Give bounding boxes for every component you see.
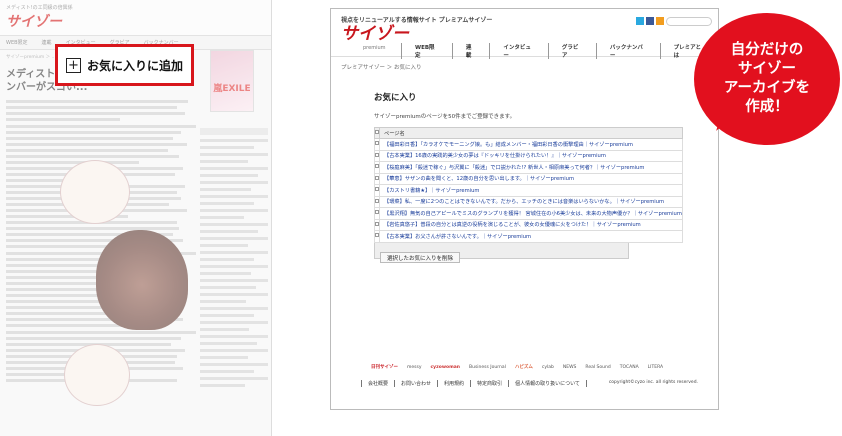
article-header: メディスト!のエ同級の倍興係 サイゾー [0, 0, 271, 36]
callout-line: アーカイブを [723, 80, 811, 96]
table-row: 【古本実業】お父さんが許さないんです。｜サイゾーpremium [374, 230, 683, 243]
row-checkbox[interactable] [375, 152, 379, 157]
footer-link[interactable]: 個人情報の取り扱いについて [508, 380, 587, 387]
row-checkbox[interactable] [375, 221, 379, 226]
favorite-link[interactable]: 【黒沢翔】無気の自己アピールでミスのグランプリを獲得！ 宮城住在の小6美少女は、… [379, 207, 683, 220]
callout-bubble: 自分だけの サイゾー アーカイブを 作成！ [694, 13, 840, 145]
page-description: サイゾーpremiumのページを50件までご登録できます。 [374, 114, 516, 120]
article-logo: サイゾー [6, 14, 62, 30]
article-sidebar [200, 128, 268, 391]
callout-line: 自分だけの [730, 42, 804, 58]
footer-link[interactable]: お問い合わせ [394, 380, 437, 387]
favorite-link[interactable]: 【桜庭麻美】「殺迷で稼ぐ」与沢翼に「殺迷」で口説かれた!? 新世人・相原麻美って… [379, 161, 683, 174]
rss-icon[interactable] [656, 17, 664, 25]
table-row: 【華恵】サザンの曲を聞くと、12歳の自分を思い出します。｜サイゾーpremium [374, 172, 683, 185]
nav-item-interview[interactable]: インタビュー [489, 43, 548, 59]
table-header-row: ページ名 [374, 127, 683, 139]
delete-selected-button[interactable]: 選択したお気に入りを削除 [380, 252, 461, 263]
partner-logo[interactable]: LITERA [646, 364, 665, 371]
favorite-link[interactable]: 【華恵】サザンの曲を聞くと、12歳の自分を思い出します。｜サイゾーpremium [379, 172, 683, 185]
favorites-main: お気に入り サイゾーpremiumのページを50件までご登録できます。 ページ名… [331, 91, 718, 263]
favorite-link[interactable]: 【古本実業】16歳の実践的美少女の夢は『ドッキリを仕掛けられたい！』｜サイゾーp… [379, 149, 683, 162]
row-checkbox[interactable] [375, 233, 379, 238]
favorites-page-screenshot: 視点をリニューアルする情報サイト プレミアムサイゾー サイゾー premium … [330, 8, 719, 410]
facebook-icon[interactable] [646, 17, 654, 25]
add-to-favorites-button[interactable]: + お気に入りに追加 [55, 44, 194, 86]
site-logo[interactable]: サイゾー [341, 26, 708, 43]
twitter-icon[interactable] [636, 17, 644, 25]
row-checkbox[interactable] [375, 175, 379, 180]
illustration-portrait-image [60, 160, 130, 224]
site-header: 視点をリニューアルする情報サイト プレミアムサイゾー サイゾー premium … [331, 9, 718, 59]
partner-logo[interactable]: cylab [540, 364, 556, 371]
site-nav: WEB限定 連載 インタビュー グラビア バックナンバー プレミアとは [401, 43, 718, 59]
row-checkbox[interactable] [375, 187, 379, 192]
magazine-cover-image: 嵐EXILE [210, 50, 254, 112]
illustration-portrait-image [64, 344, 130, 406]
partner-logo[interactable]: Real Sound [583, 364, 612, 371]
footer-link[interactable]: 利用規約 [437, 380, 470, 387]
column-header-page-name: ページ名 [379, 127, 683, 139]
article-nav-item[interactable]: 連載 [42, 39, 52, 46]
site-logo-text: サイゾー [341, 24, 409, 44]
article-tagline: メディスト!のエ同級の倍興係 [6, 5, 73, 11]
partner-logo[interactable]: NEWS [561, 364, 579, 371]
plus-icon: + [65, 57, 81, 73]
social-icons [636, 17, 664, 25]
magazine-cover-label: 嵐EXILE [213, 84, 251, 94]
partner-logo[interactable]: ハピズム [513, 363, 535, 371]
table-row: 【カストリ書籍★】｜サイゾーpremium [374, 184, 683, 197]
nav-item-backnumber[interactable]: バックナンバー [595, 43, 660, 59]
favorite-link[interactable]: 【古本実業】お父さんが許さないんです。｜サイゾーpremium [379, 230, 683, 243]
table-row: 【古本実業】16歳の実践的美少女の夢は『ドッキリを仕掛けられたい！』｜サイゾーp… [374, 149, 683, 162]
search-input[interactable] [666, 17, 712, 26]
article-nav-item[interactable]: WEB限定 [6, 39, 28, 46]
nav-item-gravure[interactable]: グラビア [547, 43, 596, 59]
table-row: 【黒沢翔】無気の自己アピールでミスのグランプリを獲得！ 宮城住在の小6美少女は、… [374, 207, 683, 220]
delete-row: 選択したお気に入りを削除 [374, 242, 629, 263]
partner-logo[interactable]: 日刊サイゾー [369, 363, 400, 371]
nav-item-rensai[interactable]: 連載 [451, 43, 490, 59]
footer-links: 会社概要 お問い合わせ 利用規約 特定商取引 個人情報の取り扱いについて [361, 380, 587, 387]
site-logo-sub: premium [363, 45, 386, 51]
favorite-link[interactable]: 【カストリ書籍★】｜サイゾーpremium [379, 184, 683, 197]
breadcrumb: プレミアサイゾー ＞ お気に入り [341, 65, 422, 71]
table-row: 【福田彩日香】「カラオケでモーニング娘。も」結成メンバー・福田彩日香の衝撃理由｜… [374, 138, 683, 151]
select-all-checkbox[interactable] [375, 130, 379, 134]
promo-stage: メディスト!のエ同級の倍興係 サイゾー WEB限定 連載 インタビュー グラビア… [0, 0, 842, 436]
partner-logo[interactable]: Business Journal [467, 364, 508, 371]
row-checkbox[interactable] [375, 198, 379, 203]
page-title: お気に入り [374, 93, 417, 103]
table-row: 【岩佐真悠子】普段の自分とは真逆の役柄を演じることが、彼女の女優魂に火をつけた！… [374, 218, 683, 231]
add-to-favorites-label: お気に入りに追加 [86, 58, 183, 73]
table-row: 【桜庭麻美】「殺迷で稼ぐ」与沢翼に「殺迷」で口説かれた!? 新世人・相原麻美って… [374, 161, 683, 174]
partner-logos: 日刊サイゾー messy cyzowoman Business Journal … [369, 363, 665, 371]
copyright: copyright©cyzo inc. all rights reserved. [608, 380, 698, 385]
favorite-link[interactable]: 【環菜】私、一度に2つのことはできないんです。だから、エッチのときには音楽はいら… [379, 195, 683, 208]
partner-logo[interactable]: TOCANA [618, 364, 641, 371]
table-row: 【環菜】私、一度に2つのことはできないんです。だから、エッチのときには音楽はいら… [374, 195, 683, 208]
footer-link[interactable]: 会社概要 [361, 380, 394, 387]
nav-item-web[interactable]: WEB限定 [401, 43, 452, 59]
row-checkbox[interactable] [375, 141, 379, 146]
partner-logo[interactable]: messy [405, 364, 424, 371]
favorite-link[interactable]: 【福田彩日香】「カラオケでモーニング娘。も」結成メンバー・福田彩日香の衝撃理由｜… [379, 138, 683, 151]
row-checkbox[interactable] [375, 164, 379, 169]
footer-link[interactable]: 特定商取引 [470, 380, 508, 387]
favorites-table: ページ名 【福田彩日香】「カラオケでモーニング娘。も」結成メンバー・福田彩日香の… [374, 127, 683, 243]
callout-line: サイゾー [738, 61, 796, 77]
callout-line: 作成！ [745, 99, 789, 115]
partner-logo[interactable]: cyzowoman [429, 364, 463, 371]
illustration-portrait-image [96, 230, 188, 330]
favorite-link[interactable]: 【岩佐真悠子】普段の自分とは真逆の役柄を演じることが、彼女の女優魂に火をつけた！… [379, 218, 683, 231]
row-checkbox[interactable] [375, 210, 379, 215]
